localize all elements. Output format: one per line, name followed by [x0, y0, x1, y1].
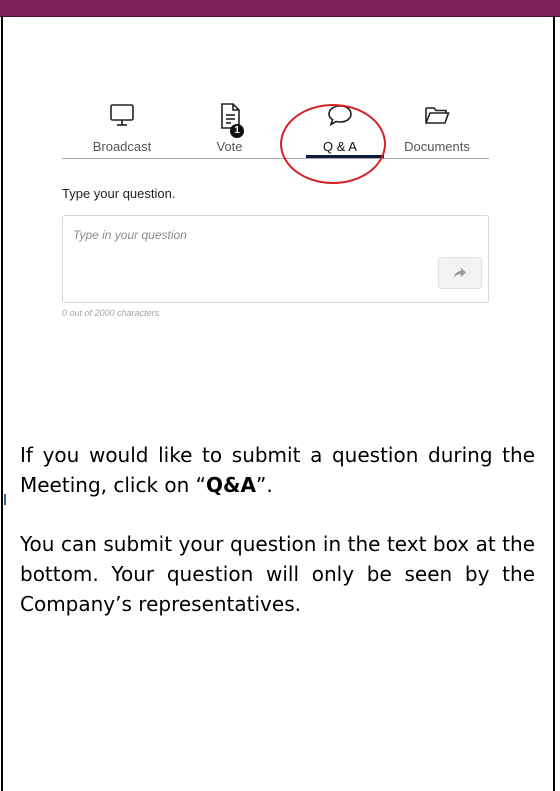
- share-arrow-icon: [454, 268, 466, 278]
- tab-broadcast-label: Broadcast: [92, 139, 152, 154]
- instruction-paragraph-1: If you would like to submit a question d…: [20, 440, 535, 500]
- tab-documents-label: Documents: [404, 139, 470, 154]
- instruction-paragraph-2: You can submit your question in the text…: [20, 532, 535, 616]
- vote-count-badge: 1: [230, 124, 244, 138]
- folder-icon: [425, 107, 450, 124]
- question-placeholder: Type in your question: [73, 228, 187, 242]
- edge-mark: [4, 494, 6, 505]
- tab-documents[interactable]: Documents: [382, 95, 492, 161]
- instruction-text: If you would like to submit a question d…: [20, 443, 535, 497]
- character-count: 0 out of 2000 characters.: [62, 308, 162, 318]
- tab-divider: [62, 158, 489, 159]
- header-bar: [0, 0, 560, 17]
- question-input[interactable]: Type in your question: [62, 215, 489, 303]
- instruction-text-end: ”.: [255, 473, 273, 497]
- tab-broadcast[interactable]: Broadcast: [67, 95, 177, 161]
- question-prompt: Type your question.: [62, 186, 176, 201]
- tab-vote-label: Vote: [216, 139, 243, 154]
- highlight-circle: [280, 104, 386, 184]
- monitor-icon: [110, 104, 134, 126]
- send-button[interactable]: [438, 257, 482, 289]
- qa-emphasis: Q&A: [206, 473, 256, 497]
- instructions-text: If you would like to submit a question d…: [20, 440, 535, 619]
- tab-bar: Broadcast Vote Q & A Documents: [62, 95, 489, 161]
